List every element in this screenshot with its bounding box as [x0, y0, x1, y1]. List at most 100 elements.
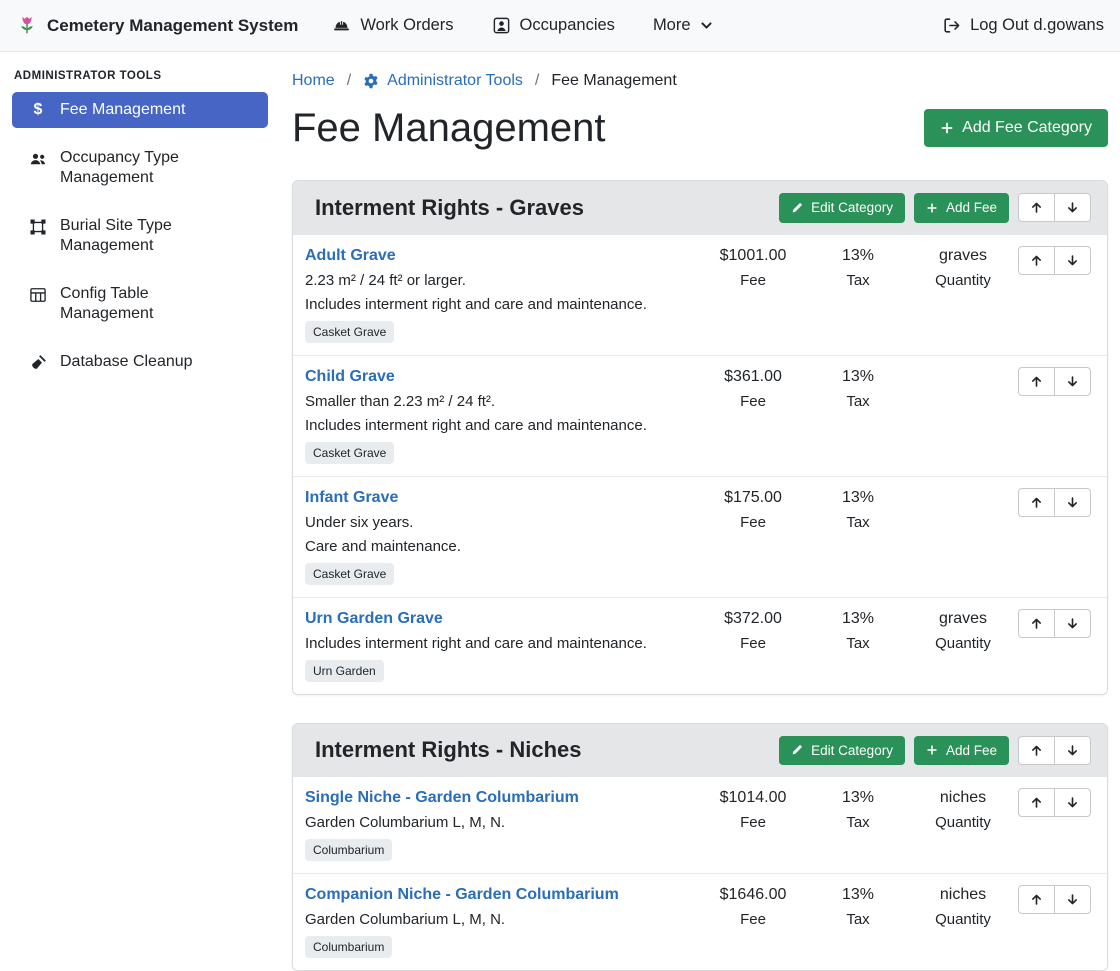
fee-amount: $175.00: [693, 488, 813, 508]
quantity-label: Quantity: [903, 813, 1023, 832]
move-fee-up-button[interactable]: [1018, 609, 1055, 638]
brand-link[interactable]: Cemetery Management System: [16, 15, 298, 37]
move-fee-down-button[interactable]: [1054, 367, 1091, 396]
fee-amount-cell: $361.00 Fee: [693, 367, 813, 464]
fee-amount: $1014.00: [693, 788, 813, 808]
tax-rate: 13%: [813, 609, 903, 629]
fee-amount-cell: $1646.00 Fee: [693, 885, 813, 958]
sidebar: ADMINISTRATOR TOOLS $ Fee Management Occ…: [0, 52, 280, 393]
category-card-graves: Interment Rights - Graves Edit Category …: [292, 180, 1108, 695]
add-fee-label: Add Fee: [946, 744, 997, 758]
sidebar-item-label: Occupancy Type Management: [60, 148, 242, 188]
quantity-cell: niches Quantity: [903, 885, 1023, 958]
logout-label: Log Out d.gowans: [970, 16, 1104, 35]
nav-work-orders-label: Work Orders: [360, 16, 453, 35]
move-fee-up-button[interactable]: [1018, 488, 1055, 517]
chevron-down-icon: [700, 19, 713, 32]
move-fee-down-button[interactable]: [1054, 609, 1091, 638]
fee-name-link[interactable]: Child Grave: [305, 367, 395, 387]
quantity-label: Quantity: [903, 910, 1023, 929]
sidebar-item-occupancy-type-management[interactable]: Occupancy Type Management: [12, 140, 268, 196]
fee-reorder-group: [1018, 246, 1091, 275]
move-fee-up-button[interactable]: [1018, 367, 1055, 396]
move-category-down-button[interactable]: [1054, 193, 1091, 222]
edit-category-label: Edit Category: [811, 201, 893, 215]
sign-out-icon: [942, 16, 961, 35]
hard-hat-icon: [332, 16, 351, 35]
edit-category-button[interactable]: Edit Category: [779, 736, 905, 766]
arrow-down-icon: [1066, 893, 1079, 906]
fee-row: Urn Garden Grave Includes interment righ…: [293, 598, 1107, 694]
sidebar-item-label: Database Cleanup: [60, 352, 193, 372]
breadcrumb-home-link[interactable]: Home: [292, 72, 335, 90]
fee-description: Includes interment right and care and ma…: [305, 416, 693, 435]
fee-label: Fee: [693, 392, 813, 411]
logout-link[interactable]: Log Out d.gowans: [942, 16, 1104, 35]
top-navbar: Cemetery Management System Work Orders O…: [0, 0, 1120, 52]
tax-cell: 13% Tax: [813, 885, 903, 958]
add-fee-category-button[interactable]: Add Fee Category: [924, 109, 1108, 147]
sidebar-item-label: Burial Site Type Management: [60, 216, 242, 256]
fee-name-link[interactable]: Infant Grave: [305, 488, 398, 508]
breadcrumb-current: Fee Management: [551, 72, 676, 90]
move-fee-down-button[interactable]: [1054, 788, 1091, 817]
fee-info: Companion Niche - Garden Columbarium Gar…: [305, 885, 693, 958]
move-fee-up-button[interactable]: [1018, 246, 1055, 275]
fee-name-link[interactable]: Companion Niche - Garden Columbarium: [305, 885, 619, 905]
sidebar-item-fee-management[interactable]: $ Fee Management: [12, 92, 268, 128]
move-category-up-button[interactable]: [1018, 193, 1055, 222]
quantity-cell-empty: [903, 488, 1023, 585]
person-badge-icon: [492, 16, 511, 35]
move-category-down-button[interactable]: [1054, 736, 1091, 765]
main-content: Home / Administrator Tools / Fee Managem…: [280, 52, 1120, 971]
fee-name-link[interactable]: Urn Garden Grave: [305, 609, 443, 629]
tax-label: Tax: [813, 392, 903, 411]
move-fee-down-button[interactable]: [1054, 885, 1091, 914]
arrow-up-icon: [1030, 375, 1043, 388]
nav-occupancies[interactable]: Occupancies: [492, 16, 615, 35]
sidebar-item-database-cleanup[interactable]: Database Cleanup: [12, 344, 268, 381]
gear-icon: [363, 73, 379, 89]
tax-rate: 13%: [813, 246, 903, 266]
sidebar-item-label: Config Table Management: [60, 284, 242, 324]
move-fee-up-button[interactable]: [1018, 788, 1055, 817]
move-fee-down-button[interactable]: [1054, 488, 1091, 517]
arrow-up-icon: [1030, 744, 1043, 757]
move-fee-up-button[interactable]: [1018, 885, 1055, 914]
fee-description: Under six years.: [305, 513, 693, 532]
edit-category-button[interactable]: Edit Category: [779, 193, 905, 223]
tax-cell: 13% Tax: [813, 609, 903, 682]
move-fee-down-button[interactable]: [1054, 246, 1091, 275]
fee-info: Single Niche - Garden Columbarium Garden…: [305, 788, 693, 861]
arrow-down-icon: [1066, 254, 1079, 267]
fee-row: Child Grave Smaller than 2.23 m² / 24 ft…: [293, 356, 1107, 477]
plus-icon: [926, 744, 938, 756]
quantity-unit: graves: [903, 609, 1023, 629]
breadcrumb-admin-tools-link[interactable]: Administrator Tools: [363, 72, 523, 90]
page-title: Fee Management: [292, 104, 606, 152]
arrow-up-icon: [1030, 617, 1043, 630]
add-fee-button[interactable]: Add Fee: [914, 193, 1009, 223]
sidebar-item-config-table-management[interactable]: Config Table Management: [12, 276, 268, 332]
fee-name-link[interactable]: Adult Grave: [305, 246, 396, 266]
move-category-up-button[interactable]: [1018, 736, 1055, 765]
arrow-up-icon: [1030, 254, 1043, 267]
category-actions: Edit Category Add Fee: [779, 736, 1091, 766]
nav-work-orders[interactable]: Work Orders: [332, 16, 453, 35]
fee-type-badge: Urn Garden: [305, 660, 384, 682]
fee-description: Garden Columbarium L, M, N.: [305, 813, 693, 832]
nav-more[interactable]: More: [653, 16, 713, 35]
add-fee-button[interactable]: Add Fee: [914, 736, 1009, 766]
breadcrumb: Home / Administrator Tools / Fee Managem…: [292, 52, 1108, 90]
tax-label: Tax: [813, 813, 903, 832]
fee-reorder-group: [1018, 885, 1091, 914]
fee-label: Fee: [693, 271, 813, 290]
fee-type-badge: Casket Grave: [305, 442, 394, 464]
plus-icon: [940, 121, 954, 135]
fee-row: Infant Grave Under six years. Care and m…: [293, 477, 1107, 598]
fee-name-link[interactable]: Single Niche - Garden Columbarium: [305, 788, 579, 808]
arrow-up-icon: [1030, 796, 1043, 809]
quantity-cell: graves Quantity: [903, 609, 1023, 682]
sidebar-item-burial-site-type-management[interactable]: Burial Site Type Management: [12, 208, 268, 264]
tulip-logo-icon: [16, 15, 38, 37]
